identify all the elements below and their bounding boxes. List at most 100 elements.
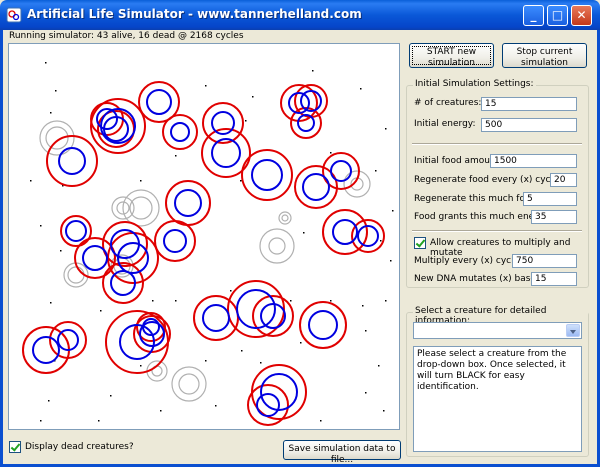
creature-inner-ring — [251, 159, 283, 191]
food-dot — [230, 290, 232, 292]
creature-outer-ring — [322, 209, 368, 255]
food-dot — [362, 305, 364, 307]
creature-inner-ring — [32, 336, 60, 364]
creature-inner-ring — [211, 111, 235, 135]
creature-outer-ring — [22, 326, 70, 374]
food-dot — [48, 400, 50, 402]
divider — [412, 143, 582, 145]
food-dot — [360, 88, 362, 90]
display-dead-label: Display dead creatures? — [25, 442, 134, 452]
food-dot — [320, 420, 322, 422]
food-dot — [215, 405, 217, 407]
food-dot — [205, 360, 207, 362]
regen-cycles-input[interactable]: 20 — [550, 173, 577, 187]
mutate-input[interactable]: 15 — [531, 272, 577, 286]
creatures-label: # of creatures: — [414, 98, 482, 108]
food-dot — [252, 96, 254, 98]
creature-inner-ring — [357, 225, 379, 247]
food-dot — [385, 128, 387, 130]
food-dot — [152, 300, 154, 302]
creature-outer-ring — [90, 102, 124, 136]
minimize-button[interactable]: _ — [523, 5, 544, 26]
food-dot — [390, 260, 392, 262]
multiply-every-label: Multiply every (x) cycles: — [414, 256, 527, 266]
creature-inner-ring — [163, 229, 187, 253]
food-dot — [378, 365, 380, 367]
food-dot — [380, 240, 382, 242]
creature-inner-ring — [82, 245, 108, 271]
start-simulation-button[interactable]: START new simulation — [409, 43, 494, 68]
creature-info-box: Please select a creature from the drop-d… — [413, 346, 582, 452]
food-dot — [375, 170, 377, 172]
dead-creature-outer — [171, 366, 207, 402]
food-dot — [40, 420, 42, 422]
food-dot — [312, 70, 314, 72]
chevron-down-icon[interactable] — [566, 324, 580, 337]
food-dot — [330, 152, 332, 154]
creature-inner-ring — [236, 289, 276, 329]
food-dot — [140, 180, 142, 182]
dead-creature-outer — [122, 189, 160, 227]
food-dot — [45, 62, 47, 64]
food-dot — [175, 300, 177, 302]
dead-creature-inner — [178, 373, 200, 395]
food-dot — [392, 210, 394, 212]
creature-select[interactable] — [413, 322, 582, 339]
stop-simulation-button[interactable]: Stop current simulation — [502, 43, 587, 68]
regen-cycles-label: Regenerate food every (x) cycles: — [414, 175, 567, 185]
creature-inner-ring — [100, 108, 136, 144]
title-bar: Artificial Life Simulator - www.tannerhe… — [0, 0, 600, 30]
energy-label: Initial energy: — [414, 119, 476, 129]
food-dot — [110, 395, 112, 397]
maximize-button[interactable]: □ — [547, 5, 568, 26]
food-dot — [330, 300, 332, 302]
settings-group-title: Initial Simulation Settings: — [413, 79, 536, 89]
creature-outer-ring — [46, 135, 98, 187]
dead-creature-inner — [67, 266, 85, 284]
food-dot — [365, 392, 367, 394]
food-dot — [365, 330, 367, 332]
food-energy-input[interactable]: 35 — [531, 210, 577, 224]
food-dot — [60, 250, 62, 252]
food-dot — [300, 342, 302, 344]
creature-inner-ring — [58, 147, 86, 175]
food-dot — [175, 155, 177, 157]
food-dot — [240, 180, 242, 182]
food-dot — [205, 85, 207, 87]
food-dot — [260, 362, 262, 364]
creature-inner-ring — [174, 189, 202, 217]
creature-inner-ring — [308, 310, 338, 340]
energy-input[interactable]: 500 — [481, 118, 577, 132]
multiply-checkbox[interactable] — [414, 237, 426, 249]
creature-outer-ring — [241, 149, 293, 201]
dead-creature-inner — [129, 196, 153, 220]
display-dead-checkbox[interactable] — [9, 441, 21, 453]
dead-creature-inner — [268, 237, 286, 255]
creature-outer-ring — [162, 114, 198, 150]
food-dot — [50, 112, 52, 114]
dead-creature-outer — [343, 170, 371, 198]
regen-food-input[interactable]: 5 — [523, 192, 577, 206]
save-simulation-button[interactable]: Save simulation data to file... — [283, 440, 401, 465]
food-dot — [383, 410, 385, 412]
creatures-input[interactable]: 15 — [481, 97, 577, 111]
food-dot — [100, 310, 102, 312]
creature-inner-ring — [297, 114, 315, 132]
regen-food-label: Regenerate this much food: — [414, 194, 540, 204]
food-dot — [245, 120, 247, 122]
simulation-canvas — [8, 43, 400, 430]
creature-inner-ring — [146, 89, 172, 115]
food-dot — [98, 420, 100, 422]
food-dot — [55, 90, 57, 92]
multiply-every-input[interactable]: 750 — [512, 254, 577, 268]
creature-outer-ring — [299, 301, 347, 349]
creature-outer-ring — [165, 180, 211, 226]
mutate-label: New DNA mutates (x) bases: — [414, 274, 544, 284]
creature-inner-ring — [202, 304, 230, 332]
food-dot — [40, 225, 42, 227]
close-button[interactable]: ✕ — [571, 5, 592, 26]
creature-inner-ring — [170, 122, 190, 142]
food-dot — [160, 410, 162, 412]
food-amount-input[interactable]: 1500 — [490, 154, 577, 168]
dead-creature-outer — [278, 211, 292, 225]
